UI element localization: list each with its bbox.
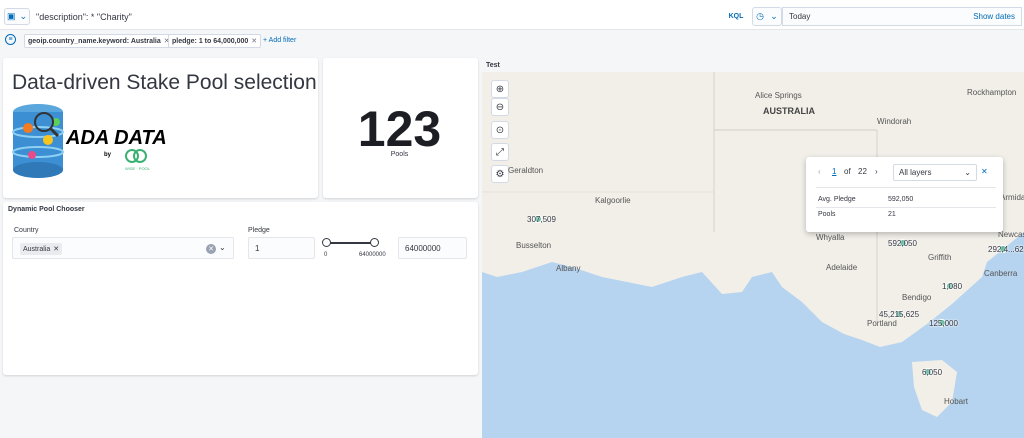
map-label: Windorah [877,117,912,126]
tooltip-row: Pools 21 [818,211,994,223]
prev-page-icon[interactable]: ‹ [818,167,821,176]
filter-pill-pledge[interactable]: pledge: 1 to 64,000,000 ✕ [168,34,262,48]
pledge-max-input[interactable]: 64000000 [398,237,467,259]
query-bar: ▣ ⌄ "description": * "Charity" KQL ◷ ⌄ Tod… [0,0,1024,30]
tooltip-total: 22 [858,167,867,176]
pool-chooser-panel [3,202,478,375]
map-label: Kalgoorlie [595,196,631,205]
pledge-min-input[interactable]: 1 [248,237,315,259]
clear-icon[interactable]: ✕ [206,244,216,254]
map-canvas[interactable]: ⊕ ⊖ ⊙ ⤢ ⚙ Alice Springs AUSTRALIA Windor… [482,72,1024,438]
ada-data-logo: ADA DATA by WISE · POOL [12,100,182,182]
filter-bar: ≡ geoip.country_name.keyword: Australia ✕… [0,30,1024,50]
country-label: Country [14,227,39,234]
map-label: Adelaide [826,263,858,272]
chevron-down-icon[interactable]: ⌄ [219,243,226,252]
map-label: Busselton [516,241,552,250]
zoom-out-button[interactable]: ⊖ [491,98,509,116]
map-label: Portland [867,319,897,328]
saved-query-button[interactable]: ▣ ⌄ [4,8,30,25]
next-page-icon[interactable]: › [875,167,878,176]
cluster-label: 1,080 [942,282,963,291]
filter-pill-label: pledge: 1 to 64,000,000 [172,37,249,45]
map-label: Griffith [928,253,952,262]
dashboard-title: Data-driven Stake Pool selection [12,71,317,94]
save-icon: ▣ [6,11,16,21]
map-label: Geraldton [508,166,544,175]
chevron-down-icon: ⌄ [770,11,778,21]
chevron-down-icon: ⌄ [964,168,971,177]
fullscreen-button[interactable]: ⤢ [491,143,509,161]
close-icon[interactable]: ✕ [53,245,59,253]
cluster-label: 592,050 [888,239,917,248]
date-value: Today [789,12,811,21]
map-label: Alice Springs [755,91,802,100]
tooltip-of: of [844,167,851,176]
clock-icon: ◷ [756,11,764,21]
layer-select[interactable]: All layers ⌄ [893,164,977,181]
cluster-label: 125,000 [929,319,958,328]
tooltip-value: 21 [888,211,896,218]
cluster-label: 307,509 [527,215,556,224]
cluster-label: 292,4...62 [988,245,1024,254]
filter-pill-country[interactable]: geoip.country_name.keyword: Australia ✕ [24,34,174,48]
range-min-handle[interactable] [322,238,331,247]
map-label: AUSTRALIA [763,106,815,116]
pledge-label: Pledge [248,227,270,234]
chevron-down-icon: ⌄ [19,11,28,21]
map-label: Newcas [998,230,1024,239]
locate-button[interactable]: ⊙ [491,121,509,139]
filter-pill-label: geoip.country_name.keyword: Australia [28,37,161,45]
country-combobox[interactable]: Australia ✕ ✕ ⌄ [12,237,234,259]
range-max-handle[interactable] [370,238,379,247]
map-title: Test [486,62,500,69]
add-filter-button[interactable]: + Add filter [263,37,296,44]
map-label: Whyalla [816,233,845,242]
filter-menu-icon[interactable]: ≡ [5,34,16,45]
map-label: Canberra [984,269,1018,278]
logo-by: by [104,152,112,158]
chooser-title: Dynamic Pool Chooser [8,206,85,213]
layer-select-value: All layers [899,168,932,177]
map-label: Bendigo [902,293,932,302]
zoom-in-button[interactable]: ⊕ [491,80,509,98]
show-dates-link[interactable]: Show dates [973,12,1015,21]
map-label: Armida [1000,193,1024,202]
range-min-tick: 0 [324,252,328,258]
pools-label: Pools [390,151,409,158]
map-label: Hobart [944,397,969,406]
country-chip: Australia ✕ [20,243,63,255]
pledge-range-slider[interactable]: 0 64000000 [322,238,392,262]
tooltip-key: Pools [818,211,836,218]
draw-tools-button[interactable]: ⚙ [491,165,509,183]
tooltip-page[interactable]: 1 [832,167,836,176]
pools-count: 123 [357,101,442,157]
map-tooltip: ‹ 1 of 22 › All layers ⌄ ✕ Avg. Pledge 59… [806,157,1003,232]
cluster-label: 45,215,625 [879,310,920,319]
map-label: Albany [556,264,581,273]
query-language-button[interactable]: KQL [725,8,747,25]
search-input[interactable]: "description": * "Charity" [33,7,723,26]
close-icon[interactable]: ✕ [251,37,257,45]
date-picker[interactable]: Today Show dates [782,7,1022,26]
map-label: Rockhampton [967,88,1017,97]
logo-sub: WISE · POOL [125,166,151,171]
date-quick-select-button[interactable]: ◷ ⌄ [752,7,782,26]
close-icon[interactable]: ✕ [981,167,988,176]
cluster-label: 6,050 [922,368,943,377]
logo-text: ADA DATA [65,127,167,149]
range-max-tick: 64000000 [359,252,386,258]
country-chip-label: Australia [23,245,51,253]
